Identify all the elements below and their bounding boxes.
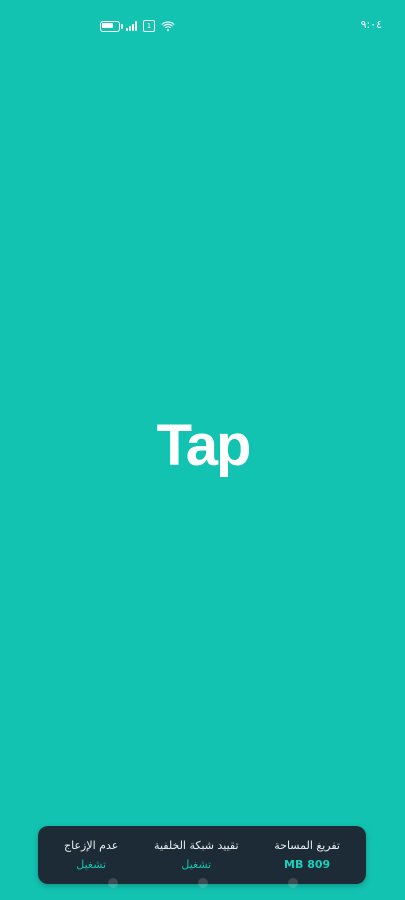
do-not-disturb-toggle[interactable]: عدم الإزعاج تشغيل xyxy=(64,839,118,871)
background-network-toggle[interactable]: تقييد شبكة الخلفية تشغيل xyxy=(154,839,238,871)
qs-title: تقييد شبكة الخلفية xyxy=(154,839,239,852)
battery-icon xyxy=(100,20,123,32)
quick-settings-panel: تفريغ المساحة 809 MB تقييد شبكة الخلفية … xyxy=(38,826,366,884)
back-icon[interactable] xyxy=(287,878,298,888)
tap-logo: Tap xyxy=(156,412,252,478)
wifi-icon xyxy=(161,21,175,32)
qs-value: تشغيل xyxy=(76,858,107,871)
qs-value: 809 MB xyxy=(284,858,331,871)
qs-value: تشغيل xyxy=(181,858,212,871)
free-space-toggle[interactable]: تفريغ المساحة 809 MB xyxy=(274,839,340,871)
qs-title: عدم الإزعاج xyxy=(64,839,119,852)
home-icon[interactable] xyxy=(197,878,208,888)
status-icons: 1 xyxy=(100,20,175,32)
menu-icon[interactable] xyxy=(107,878,118,888)
signal-icon xyxy=(126,21,137,31)
sim-icon: 1 xyxy=(143,20,155,32)
status-time: ٩:٠٤ xyxy=(360,18,382,31)
qs-title: تفريغ المساحة xyxy=(274,839,340,852)
navigation-bar xyxy=(0,878,405,888)
status-bar: 1 ٩:٠٤ xyxy=(0,0,405,52)
